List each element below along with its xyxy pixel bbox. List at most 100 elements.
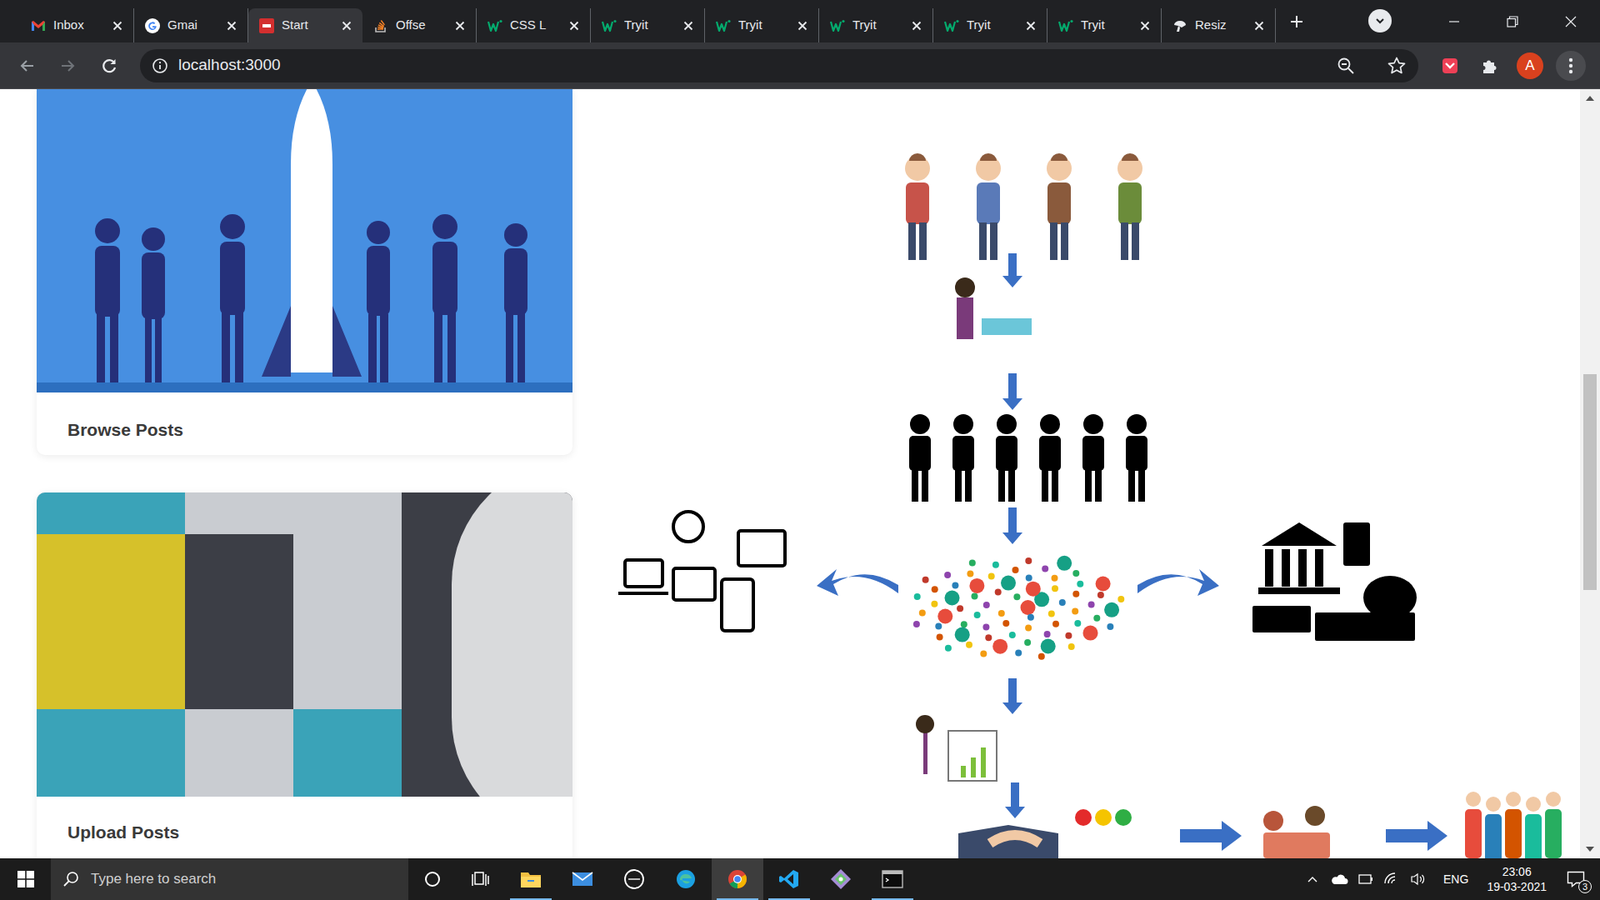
taskbar-app[interactable] (608, 858, 660, 900)
taskbar-search[interactable]: Type here to search (50, 858, 409, 900)
browser-tab[interactable]: Tryit (705, 8, 820, 43)
tab-close-icon[interactable] (911, 20, 922, 31)
tab-label: Gmai (167, 15, 220, 35)
close-window-button[interactable] (1541, 0, 1600, 43)
plus-icon (1288, 13, 1305, 30)
scrollbar[interactable] (1580, 89, 1600, 859)
tab-search-button[interactable] (1368, 9, 1392, 33)
browser-tab[interactable]: Offse (362, 8, 477, 43)
edge-icon (675, 868, 697, 890)
tab-list: Inbox Gmai StartOffseCSS L Tryit Tryit Tryit T… (20, 0, 1276, 43)
notification-count: 3 (1578, 880, 1592, 894)
browser-tab[interactable]: Start (248, 8, 363, 43)
tab-close-icon[interactable] (1140, 20, 1150, 31)
card-title: Browse Posts (67, 416, 184, 444)
back-arrow-icon (19, 57, 36, 75)
toolbar: localhost:3000 A (0, 42, 1600, 90)
close-icon (1565, 15, 1577, 28)
browser-tab[interactable]: Tryit (819, 8, 934, 43)
taskbar-app[interactable] (866, 858, 919, 900)
browser-tab[interactable]: Resiz (1161, 8, 1276, 43)
wifi-icon[interactable] (1383, 872, 1400, 886)
omnibox[interactable]: localhost:3000 (140, 49, 1419, 83)
tab-close-icon[interactable] (112, 20, 123, 31)
file-explorer-icon (520, 870, 542, 889)
taskbar-app[interactable] (763, 858, 815, 900)
star-icon[interactable] (1386, 55, 1407, 76)
tab-close-icon[interactable] (1254, 20, 1265, 31)
tab-label: Tryit (624, 15, 676, 35)
browser-tab[interactable]: CSS L (476, 8, 591, 43)
tab-label: Inbox (53, 15, 105, 35)
tab-close-icon[interactable] (226, 20, 237, 31)
tab-close-icon[interactable] (683, 20, 694, 31)
browser-tab[interactable]: Inbox (20, 8, 135, 43)
browser-tab[interactable]: Tryit (933, 8, 1048, 43)
tab-close-icon[interactable] (455, 20, 465, 31)
w3schools-icon (944, 18, 960, 34)
scrollbar-thumb[interactable] (1583, 374, 1597, 590)
running-indicator (510, 898, 552, 900)
profile-button[interactable]: A (1516, 52, 1544, 80)
minimize-button[interactable] (1425, 0, 1484, 43)
w3schools-icon (715, 18, 731, 34)
reload-icon (100, 56, 119, 75)
browser-tab[interactable]: Tryit (590, 8, 705, 43)
scroll-down-icon[interactable] (1585, 846, 1595, 852)
card-title: Upload Posts (67, 819, 180, 846)
browser-tab[interactable]: Gmai (134, 8, 249, 43)
tab-label: Tryit (966, 15, 1019, 35)
taskbar-app[interactable] (815, 858, 867, 900)
reload-button[interactable] (94, 50, 125, 81)
zoom-icon[interactable] (1336, 56, 1355, 75)
extension-button[interactable] (1435, 50, 1465, 81)
chrome-menu-button[interactable] (1555, 50, 1586, 81)
tab-close-icon[interactable] (1025, 20, 1036, 31)
tab-label: Resiz (1195, 15, 1247, 35)
speaker-icon[interactable] (1410, 872, 1427, 886)
clock[interactable]: 23:06 19-03-2021 (1486, 864, 1547, 895)
upload-posts-card[interactable]: Upload Posts (36, 492, 573, 859)
chevron-up-icon[interactable] (1306, 873, 1319, 885)
scroll-up-icon[interactable] (1585, 95, 1595, 101)
action-center-button[interactable]: 3 (1561, 865, 1590, 894)
system-tray: ENG 23:06 19-03-2021 3 (1300, 858, 1600, 900)
taskbar-app[interactable] (660, 858, 712, 900)
profile-initial: A (1525, 55, 1535, 77)
google-icon (145, 18, 160, 34)
taskbar-app[interactable] (711, 858, 764, 900)
taskbar-app[interactable] (505, 858, 557, 900)
task-view-button[interactable] (456, 858, 505, 900)
running-indicator (768, 898, 810, 900)
tab-close-icon[interactable] (797, 20, 808, 31)
extensions-menu-button[interactable] (1475, 50, 1505, 81)
w3schools-icon (1058, 18, 1074, 34)
puzzle-icon (1480, 56, 1500, 75)
onedrive-icon[interactable] (1330, 872, 1349, 886)
forward-arrow-icon (59, 57, 76, 75)
restore-button[interactable] (1483, 0, 1542, 43)
taskbar-app[interactable] (556, 858, 609, 900)
git-client-icon (830, 868, 852, 890)
tab-close-icon[interactable] (341, 20, 352, 31)
start-button[interactable] (0, 858, 51, 900)
card-column: Browse Posts Upload Posts (36, 89, 573, 859)
stack-overflow-icon (373, 18, 389, 34)
task-view-icon (471, 870, 490, 888)
new-tab-button[interactable] (1282, 7, 1311, 36)
forward-button[interactable] (52, 50, 83, 81)
browser-tab[interactable]: Tryit (1047, 8, 1162, 43)
language-indicator[interactable]: ENG (1443, 870, 1469, 889)
chevron-down-icon (1374, 15, 1386, 27)
roadmap-illustration (581, 89, 1577, 859)
w3schools-icon (830, 18, 845, 34)
browse-posts-card[interactable]: Browse Posts (36, 89, 573, 455)
cortana-button[interactable] (408, 858, 457, 900)
running-indicator (871, 898, 914, 900)
page-viewport: Browse Posts Upload Posts (0, 89, 1600, 859)
tab-close-icon[interactable] (569, 20, 580, 31)
battery-icon[interactable] (1358, 873, 1374, 885)
pocket-icon (1440, 56, 1460, 75)
back-button[interactable] (12, 50, 43, 81)
tab-label: Tryit (852, 15, 905, 35)
